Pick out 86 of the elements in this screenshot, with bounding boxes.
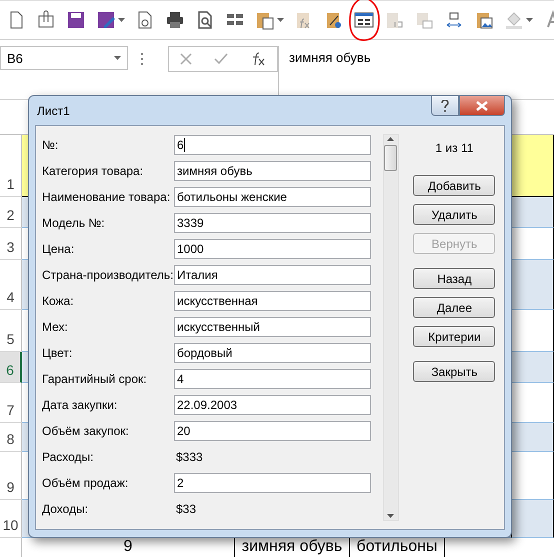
- dialog-button[interactable]: Критерии: [413, 326, 496, 347]
- input-field[interactable]: ботильоны женские: [174, 187, 371, 207]
- table-cell: [512, 423, 554, 452]
- row-number[interactable]: 8: [0, 423, 22, 452]
- dialog-button[interactable]: Удалить: [413, 204, 496, 225]
- table-cell: [512, 352, 554, 383]
- input-field[interactable]: 4: [174, 369, 371, 389]
- input-field[interactable]: 2: [174, 473, 371, 493]
- input-field[interactable]: 1000: [174, 239, 371, 259]
- row-number[interactable]: 6: [0, 352, 22, 383]
- input-field[interactable]: бордовый: [174, 343, 371, 363]
- paperclip-icon: [36, 10, 56, 30]
- field-label: Модель №:: [42, 216, 106, 230]
- help-icon: [441, 100, 449, 112]
- row-number[interactable]: 3: [0, 228, 22, 260]
- input-field[interactable]: Италия: [174, 265, 371, 285]
- field-label: Объём закупок:: [42, 424, 130, 438]
- dialog-button[interactable]: Далее: [413, 297, 496, 318]
- row-number[interactable]: 10: [0, 500, 22, 538]
- field-label: Гарантийный срок:: [42, 372, 148, 386]
- field-label: Наименование товара:: [42, 190, 172, 204]
- caret-icon: [277, 18, 284, 22]
- row-number[interactable]: 1: [0, 135, 22, 197]
- close-icon: [476, 100, 488, 110]
- field-label: Объём продаж:: [42, 476, 130, 490]
- field-value: $33: [175, 502, 198, 516]
- field-label: Цвет:: [42, 346, 74, 360]
- field-label: Мех:: [42, 320, 69, 334]
- column-width-icon: [444, 10, 464, 30]
- form-icon: [354, 10, 374, 30]
- input-field[interactable]: 3339: [174, 213, 371, 233]
- row-number[interactable]: 4: [0, 260, 22, 310]
- field-label: Цена:: [42, 242, 76, 256]
- more-icon: [140, 52, 144, 66]
- table-cell: [512, 383, 554, 423]
- clipboard-percent-icon: [324, 10, 344, 30]
- field-label: Категория товара:: [42, 164, 144, 178]
- row-number[interactable]: 5: [0, 310, 22, 352]
- field-label: Расходы:: [42, 450, 95, 464]
- dialog-button[interactable]: Закрыть: [413, 361, 496, 382]
- input-field[interactable]: искусственный: [174, 317, 371, 337]
- scrollbar[interactable]: [383, 134, 399, 521]
- table-cell: [512, 135, 554, 197]
- scroll-thumb[interactable]: [384, 145, 398, 171]
- dialog-button[interactable]: Добавить: [413, 175, 496, 196]
- name-box[interactable]: B6: [0, 46, 128, 70]
- field-value: $333: [175, 450, 204, 464]
- print-icon: [165, 10, 185, 30]
- row-number[interactable]: 2: [0, 197, 22, 228]
- input-field[interactable]: искусственная: [174, 291, 371, 311]
- table-cell: [512, 260, 554, 310]
- paint-bucket-icon: [504, 10, 524, 30]
- function-icon[interactable]: [250, 52, 266, 66]
- table-cell: [512, 452, 554, 500]
- field-label: Кожа:: [42, 294, 75, 308]
- table-cell: [512, 228, 554, 260]
- clipboard-picture-icon: [474, 10, 494, 30]
- field-label: Доходы:: [42, 502, 90, 516]
- check-icon[interactable]: [214, 53, 228, 65]
- caret-icon: [118, 18, 125, 22]
- close-button[interactable]: [459, 96, 505, 116]
- dialog-button[interactable]: Назад: [413, 268, 496, 289]
- clipboard-table-icon: [414, 10, 434, 30]
- input-field[interactable]: 20: [174, 421, 371, 441]
- row-number[interactable]: 7: [0, 383, 22, 423]
- caret-icon: [526, 18, 533, 22]
- table-cell: [512, 500, 554, 538]
- record-counter: 1 из 11: [435, 141, 474, 155]
- field-label: Дата закупки:: [42, 398, 118, 412]
- table-cell: [512, 310, 554, 352]
- field-label: №:: [42, 138, 60, 152]
- help-button[interactable]: [431, 96, 459, 116]
- save-pencil-icon: [96, 10, 116, 30]
- clipboard-numbers-icon: [384, 10, 404, 30]
- caret-icon: [114, 56, 121, 60]
- row-number[interactable]: 9: [0, 452, 22, 500]
- scroll-up-icon[interactable]: [387, 137, 394, 141]
- dialog-title: Лист1: [36, 104, 70, 118]
- save-icon: [66, 10, 86, 30]
- input-field[interactable]: зимняя обувь: [174, 161, 371, 181]
- input-field[interactable]: 6: [174, 135, 371, 155]
- field-label: Страна-производитель:: [42, 268, 174, 282]
- input-field[interactable]: 22.09.2003: [174, 395, 371, 415]
- table-cell: [512, 197, 554, 228]
- scroll-down-icon[interactable]: [387, 514, 394, 518]
- clipboard-icon: [255, 10, 275, 30]
